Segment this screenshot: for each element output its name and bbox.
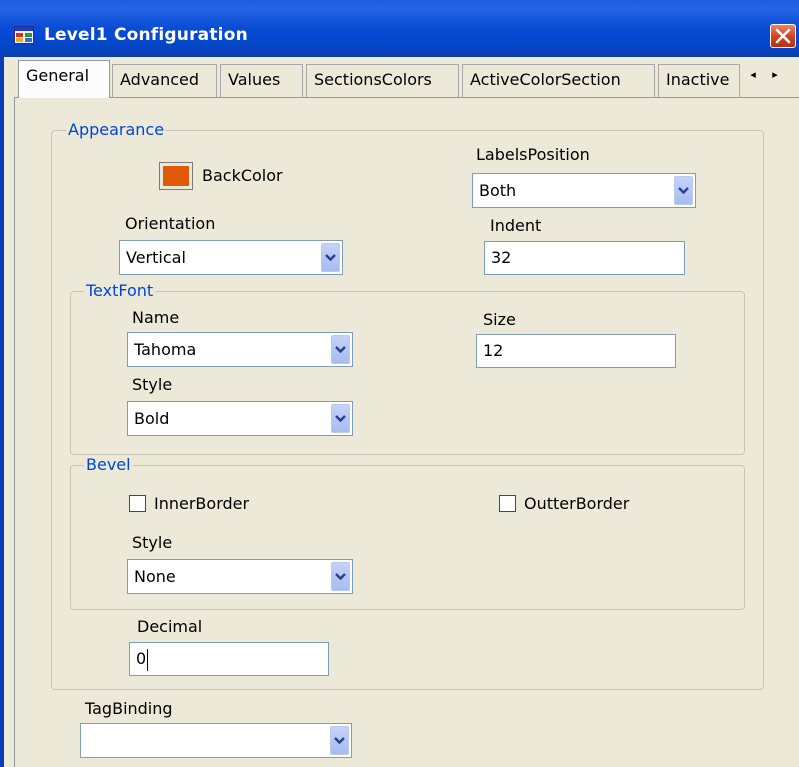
font-style-label: Style — [132, 375, 173, 394]
labels-position-select[interactable]: Both — [472, 173, 696, 208]
tab-advanced[interactable]: Advanced — [112, 64, 217, 97]
labels-position-value: Both — [479, 181, 517, 200]
appearance-legend: Appearance — [66, 120, 167, 139]
bevel-style-value: None — [134, 567, 176, 586]
window-title: Level1 Configuration — [44, 25, 248, 45]
outter-border-label: OutterBorder — [524, 494, 630, 513]
tab-scroll-left-icon[interactable]: ◂ — [742, 64, 764, 86]
tab-inactive[interactable]: Inactive — [658, 64, 740, 97]
window-left-border — [0, 57, 4, 767]
indent-label: Indent — [490, 216, 542, 235]
font-name-select[interactable]: Tahoma — [127, 332, 353, 367]
close-button[interactable] — [770, 24, 796, 48]
inner-border-checkbox[interactable] — [129, 495, 146, 512]
chevron-down-icon[interactable] — [331, 404, 350, 433]
tag-binding-select[interactable] — [80, 723, 352, 758]
tab-activecolorsection[interactable]: ActiveColorSection — [462, 64, 655, 97]
chevron-down-icon[interactable] — [331, 562, 350, 591]
decimal-input[interactable]: 0 — [129, 642, 329, 676]
decimal-label: Decimal — [137, 617, 203, 636]
font-style-select[interactable]: Bold — [127, 401, 353, 436]
decimal-value: 0 — [136, 649, 147, 668]
bevel-style-select[interactable]: None — [127, 559, 353, 594]
font-name-value: Tahoma — [134, 340, 197, 359]
textfont-legend: TextFont — [84, 281, 156, 300]
close-icon — [775, 28, 791, 44]
app-icon — [14, 26, 34, 44]
chevron-down-icon[interactable] — [331, 335, 350, 364]
font-style-value: Bold — [134, 409, 170, 428]
font-size-label: Size — [483, 310, 516, 329]
chevron-down-icon[interactable] — [321, 243, 340, 272]
orientation-label: Orientation — [125, 214, 216, 233]
tab-sectionscolors[interactable]: SectionsColors — [306, 64, 459, 97]
tab-values[interactable]: Values — [220, 64, 303, 97]
text-caret — [147, 648, 149, 671]
inner-border-label: InnerBorder — [154, 494, 250, 513]
font-size-input[interactable]: 12 — [476, 334, 676, 368]
labels-position-label: LabelsPosition — [476, 145, 590, 164]
chevron-down-icon[interactable] — [330, 726, 349, 755]
outter-border-checkbox[interactable] — [499, 495, 516, 512]
backcolor-swatch[interactable] — [159, 162, 193, 190]
chevron-down-icon[interactable] — [674, 176, 693, 205]
tab-general[interactable]: General — [18, 60, 110, 98]
orientation-select[interactable]: Vertical — [119, 240, 343, 275]
backcolor-label: BackColor — [202, 166, 283, 185]
indent-input[interactable]: 32 — [484, 241, 685, 275]
bevel-style-label: Style — [132, 533, 173, 552]
font-name-label: Name — [132, 308, 180, 327]
orientation-value: Vertical — [126, 248, 186, 267]
tab-scroll-right-icon[interactable]: ▸ — [764, 64, 786, 86]
bevel-legend: Bevel — [84, 455, 133, 474]
tag-binding-label: TagBinding — [85, 699, 173, 718]
